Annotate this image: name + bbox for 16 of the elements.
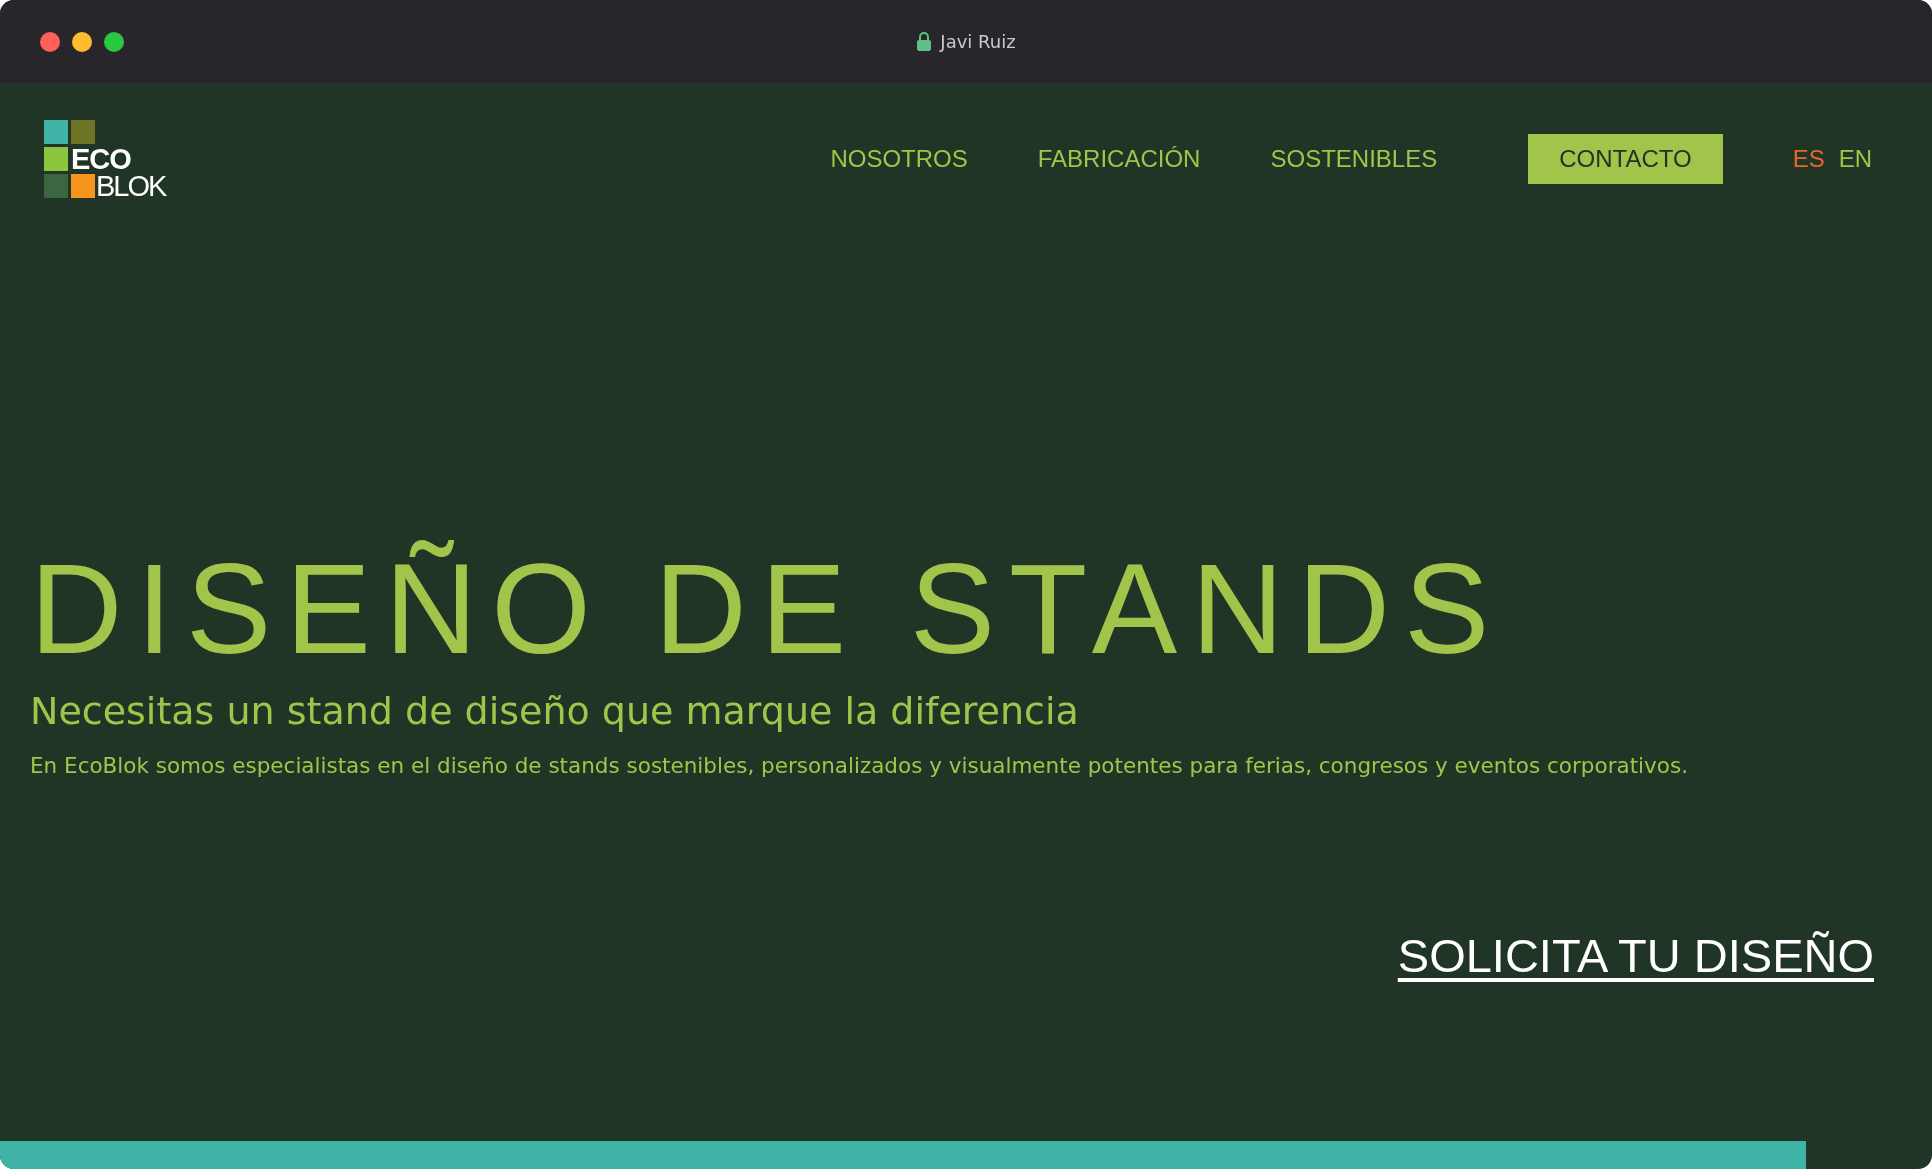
cta-link[interactable]: SOLICITA TU DISEÑO [1397, 928, 1874, 983]
nav-link[interactable]: SOSTENIBLES [1270, 145, 1438, 173]
close-button[interactable] [40, 31, 60, 52]
language-link[interactable]: ES [1792, 145, 1825, 173]
hero-title: DISEÑO DE STANDS [30, 536, 1504, 682]
nav-link[interactable]: NOSOTROS [830, 145, 968, 173]
hero-subtitle: Necesitas un stand de diseño que marque la diferencia [30, 689, 1080, 733]
language-link[interactable]: EN [1838, 145, 1872, 173]
window-title: Javi Ruiz [940, 31, 1016, 52]
logo[interactable]: ECO BLOK [44, 120, 166, 198]
contact-button[interactable]: CONTACTO [1528, 134, 1723, 184]
hero-text: En EcoBlok somos especialistas en el diseño de stands sostenibles, personalizados y visualmente potentes para ferias, congresos y eventos corporativos. [30, 753, 1689, 778]
lock-icon [916, 32, 933, 51]
nav-link[interactable]: FABRICACIÓN [1037, 145, 1201, 173]
maximize-button[interactable] [104, 31, 124, 52]
minimize-button[interactable] [72, 31, 92, 52]
